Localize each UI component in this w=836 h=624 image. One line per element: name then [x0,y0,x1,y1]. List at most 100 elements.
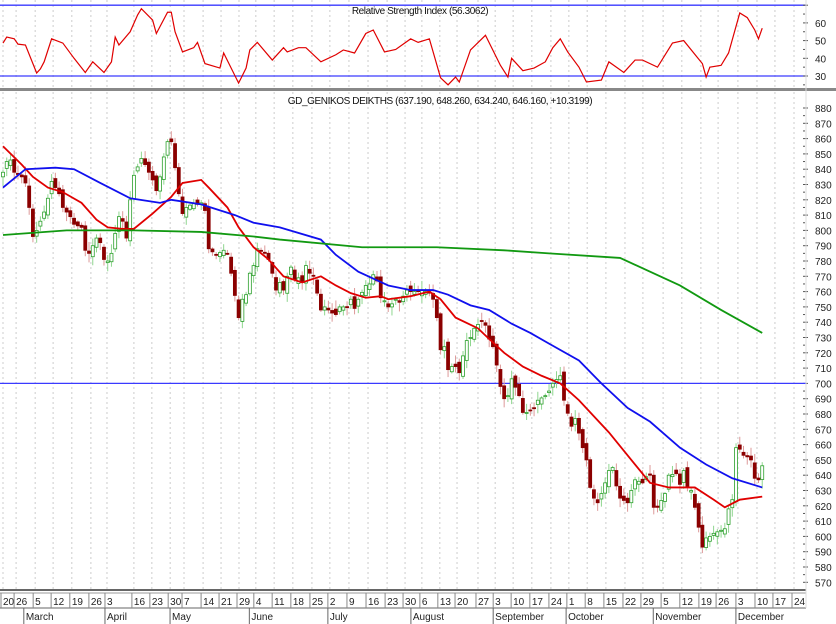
candle-up [606,470,611,488]
month-label: December [738,612,785,623]
candle-up [105,260,110,263]
candle-up [94,237,99,248]
price-tick-label: 720 [815,349,832,360]
candle-up [251,265,256,277]
candle-down [345,306,349,309]
candle-down [756,477,761,481]
candle-down [120,218,125,222]
date-tick-label: 12 [53,597,65,608]
price-tick-label: 740 [815,318,832,329]
candle-up [135,166,140,172]
date-tick-label: 15 [606,597,618,608]
candle-down [315,279,320,294]
month-label: November [655,612,702,623]
stock-chart: Relative Strength Index (56.3062) 30 40 50… [0,0,836,624]
candle-up [356,298,361,307]
candle-up [629,490,634,504]
candle-down [479,320,484,322]
candle-down [150,170,155,181]
date-tick-label: 16 [134,597,146,608]
candle-up [543,395,548,398]
candle-down [68,210,73,218]
candle-down [169,138,174,143]
date-tick-label: 21 [221,597,233,608]
candle-up [599,493,604,500]
date-tick-label: 9 [349,597,355,608]
candle-up [363,285,368,297]
candle-up [505,395,510,398]
candle-up [633,479,637,490]
date-tick-label: 2 [330,597,336,608]
candle-down [27,185,32,208]
price-tick-label: 750 [815,303,832,314]
candle-up [90,245,95,258]
candle-down [752,462,757,479]
month-label: July [330,612,348,623]
candle-down [565,404,570,414]
candle-up [4,161,9,169]
candle-down [700,524,705,548]
candle-up [360,291,364,296]
date-tick-label: 29 [239,597,251,608]
price-tick-label: 780 [815,257,832,268]
month-label: March [26,612,54,623]
candle-down [737,444,742,450]
candle-down [53,178,58,188]
price-tick-label: 880 [815,104,832,115]
candle-up [277,282,282,294]
candle-down [434,299,439,319]
candle-down [625,497,630,504]
candle-up [8,159,13,167]
candle-down [87,250,91,254]
candle-down [498,369,503,387]
month-label: August [413,612,444,623]
candle-up [663,493,667,502]
price-tick-label: 650 [815,456,832,467]
candle-up [218,252,222,258]
price-tick-label: 680 [815,410,832,421]
candle-up [139,158,144,164]
candle-up [405,289,409,295]
candle-up [659,500,664,511]
candle-up [1,171,5,178]
candle-down [678,473,682,485]
price-title: GD_GENIKOS DEIKTHS (637.190, 648.260, 63… [288,96,593,107]
candle-up [38,220,43,227]
candle-down [180,196,185,214]
candle-up [165,141,170,156]
candle-up [603,482,608,494]
candle-down [693,493,697,508]
price-tick-label: 620 [815,502,832,513]
rsi-title: Relative Strength Index (56.3062) [352,6,488,17]
candle-down [232,269,237,296]
candle-up [337,306,342,313]
price-tick-label: 580 [815,563,832,574]
candle-down [64,207,69,213]
candle-up [715,531,720,537]
price-tick-label: 840 [815,165,832,176]
candle-down [588,459,593,488]
candle-down [592,489,596,499]
candle-down [745,455,750,458]
candle-down [532,407,536,410]
candle-up [247,272,252,295]
date-tick-label: 17 [532,597,544,608]
rsi-tick-label: 60 [815,19,827,30]
candle-up [367,283,372,290]
price-panel: GD_GENIKOS DEIKTHS (637.190, 648.260, 63… [0,96,832,589]
candle-down [741,451,746,456]
candle-down [318,293,323,311]
date-tick-label: 26 [718,597,730,608]
price-tick-label: 600 [815,532,832,543]
date-tick-label: 5 [35,597,41,608]
candle-down [618,485,622,499]
candle-up [289,266,293,275]
candle-up [524,412,529,414]
month-label: October [568,612,604,623]
price-tick-label: 870 [815,119,832,130]
candle-down [229,256,234,274]
date-tick-label: 26 [91,597,103,608]
date-tick-label: 30 [170,597,182,608]
candle-down [292,269,297,280]
date-tick-label: 5 [663,597,669,608]
